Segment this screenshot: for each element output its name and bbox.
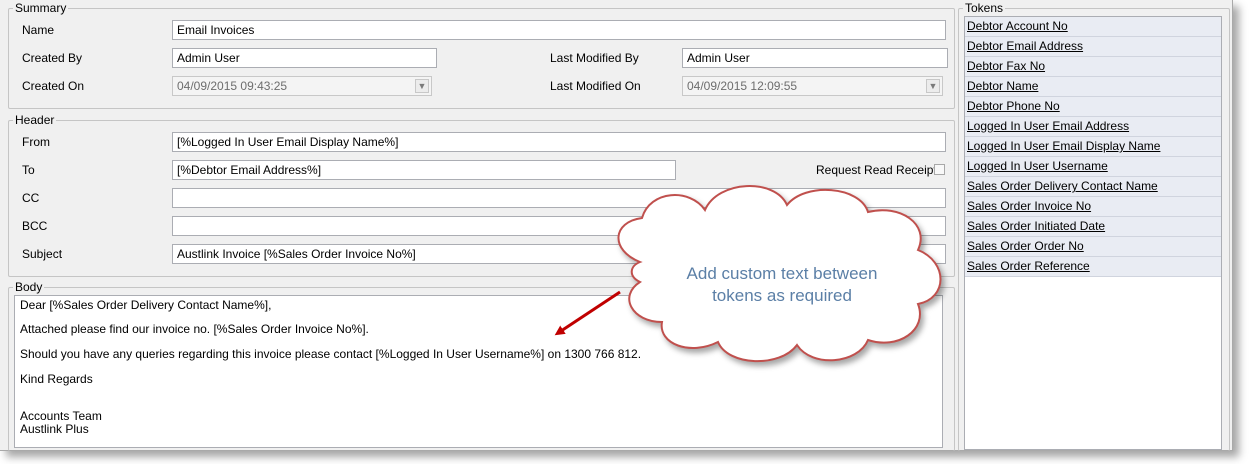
token-item[interactable]: Debtor Phone No xyxy=(965,97,1221,117)
name-field[interactable]: Email Invoices xyxy=(172,20,946,40)
header-legend: Header xyxy=(15,113,55,127)
cc-label: CC xyxy=(22,191,40,205)
token-item[interactable]: Logged In User Username xyxy=(965,157,1221,177)
cc-field[interactable] xyxy=(172,188,946,208)
subject-label: Subject xyxy=(22,247,63,261)
created-on-label: Created On xyxy=(22,79,85,93)
body-line: Austlink Plus xyxy=(20,422,89,436)
from-label: From xyxy=(22,135,50,149)
token-item[interactable]: Sales Order Invoice No xyxy=(965,197,1221,217)
body-line: Kind Regards xyxy=(20,372,93,386)
last-modified-on-value: 04/09/2015 12:09:55 xyxy=(687,79,798,93)
body-line: Attached please find our invoice no. [%S… xyxy=(20,322,369,336)
token-item[interactable]: Sales Order Reference xyxy=(965,257,1221,277)
chevron-down-icon[interactable]: ▼ xyxy=(415,79,429,93)
body-line: Dear [%Sales Order Delivery Contact Name… xyxy=(20,298,272,312)
bcc-field[interactable] xyxy=(172,216,946,236)
from-field[interactable]: [%Logged In User Email Display Name%] xyxy=(172,132,946,152)
body-line: Should you have any queries regarding th… xyxy=(20,347,642,361)
body-line: Accounts Team xyxy=(20,409,102,423)
callout-text: Add custom text between tokens as requir… xyxy=(652,263,912,307)
token-item[interactable]: Debtor Email Address xyxy=(965,37,1221,57)
callout-line-1: Add custom text between xyxy=(686,264,878,283)
read-receipt-checkbox[interactable] xyxy=(934,164,945,175)
callout-line-2: tokens as required xyxy=(712,286,852,305)
tokens-list: Debtor Account No Debtor Email Address D… xyxy=(964,16,1222,450)
last-modified-on-picker[interactable]: 04/09/2015 12:09:55 ▼ xyxy=(682,76,943,96)
last-modified-on-label: Last Modified On xyxy=(550,79,641,93)
read-receipt-label: Request Read Receipt xyxy=(816,163,937,177)
created-by-field[interactable]: Admin User xyxy=(172,48,437,68)
chevron-down-icon[interactable]: ▼ xyxy=(926,79,940,93)
tokens-legend: Tokens xyxy=(965,1,1004,15)
token-item[interactable]: Debtor Account No xyxy=(965,17,1221,37)
to-field[interactable]: [%Debtor Email Address%] xyxy=(172,160,676,180)
email-template-window: Summary Name Email Invoices Created By A… xyxy=(0,0,1233,451)
bcc-label: BCC xyxy=(22,219,48,233)
last-modified-by-label: Last Modified By xyxy=(550,51,639,65)
summary-legend: Summary xyxy=(15,1,67,15)
token-item[interactable]: Logged In User Email Display Name xyxy=(965,137,1221,157)
token-item[interactable]: Sales Order Initiated Date xyxy=(965,217,1221,237)
created-by-label: Created By xyxy=(22,51,83,65)
token-item[interactable]: Sales Order Delivery Contact Name xyxy=(965,177,1221,197)
token-item[interactable]: Sales Order Order No xyxy=(965,237,1221,257)
last-modified-by-field[interactable]: Admin User xyxy=(682,48,948,68)
created-on-picker[interactable]: 04/09/2015 09:43:25 ▼ xyxy=(172,76,432,96)
body-textarea[interactable]: Dear [%Sales Order Delivery Contact Name… xyxy=(14,295,943,448)
name-label: Name xyxy=(22,23,55,37)
token-item[interactable]: Debtor Fax No xyxy=(965,57,1221,77)
to-label: To xyxy=(22,163,35,177)
created-on-value: 04/09/2015 09:43:25 xyxy=(177,79,288,93)
token-item[interactable]: Debtor Name xyxy=(965,77,1221,97)
subject-field[interactable]: Austlink Invoice [%Sales Order Invoice N… xyxy=(172,244,946,264)
token-item[interactable]: Logged In User Email Address xyxy=(965,117,1221,137)
body-legend: Body xyxy=(15,280,43,294)
